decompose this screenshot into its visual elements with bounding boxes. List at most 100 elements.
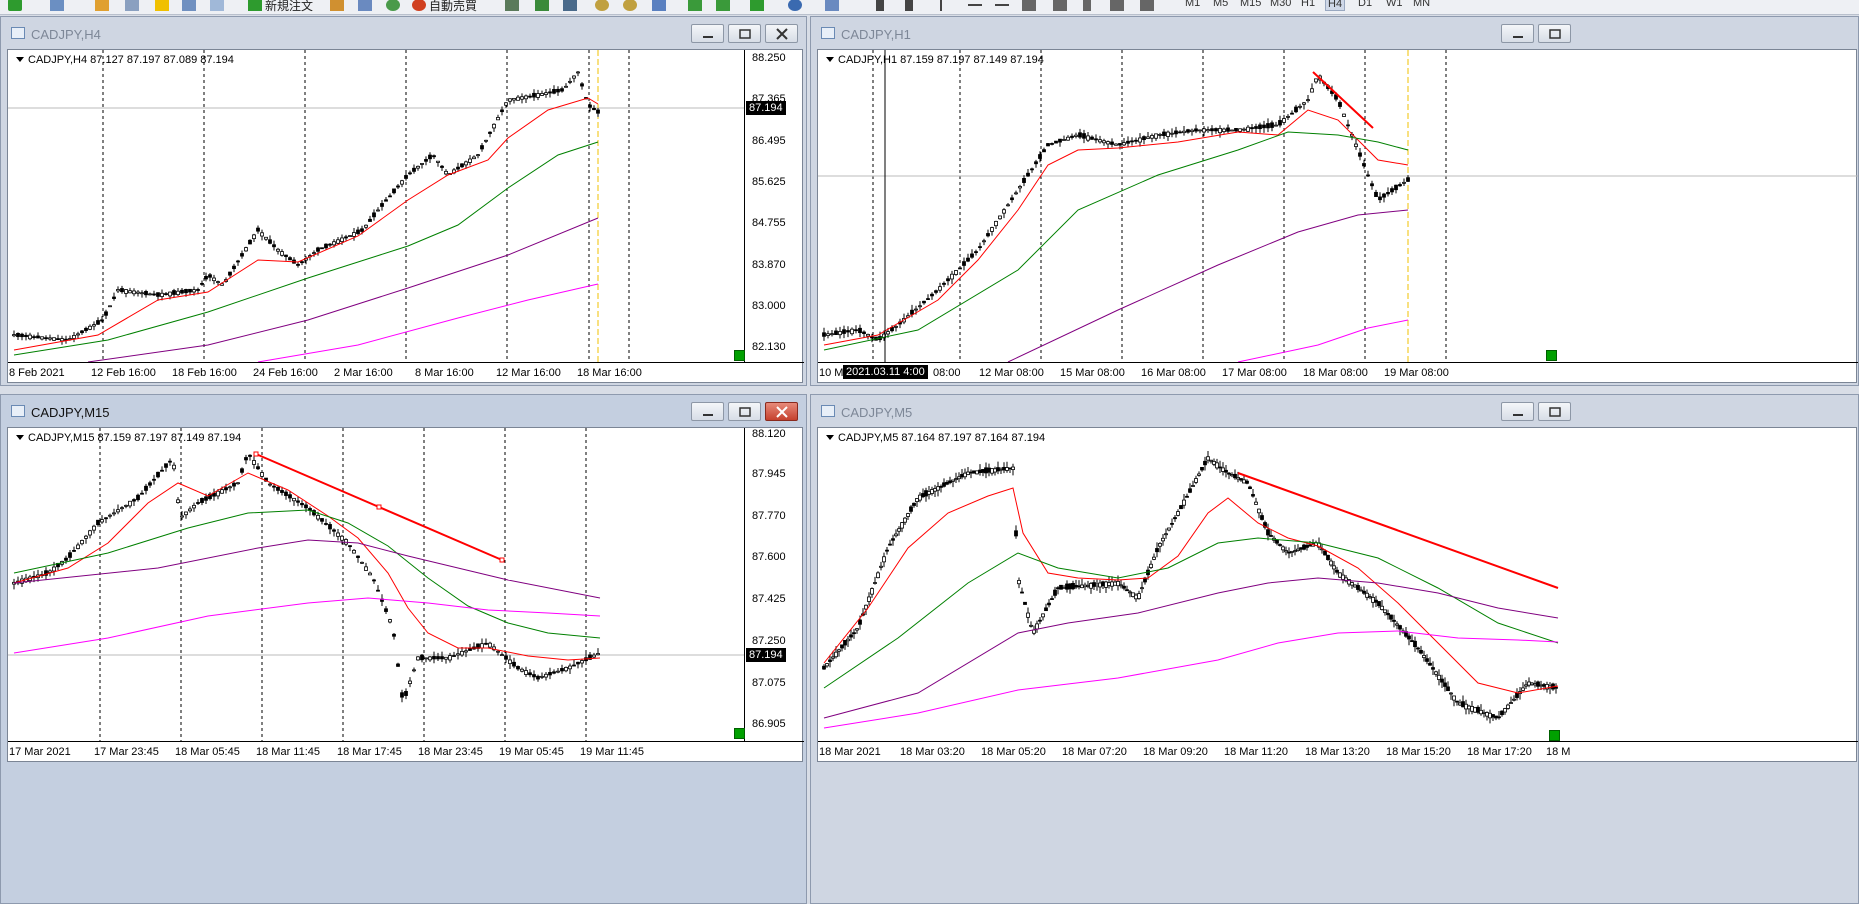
- chart-window-h4[interactable]: CADJPY,H4 CADJPY,H4 87.127 87.197 87.089…: [0, 16, 807, 386]
- navigator-button[interactable]: [125, 0, 142, 14]
- candle-body: [1174, 130, 1178, 135]
- price-plot[interactable]: [818, 50, 1858, 362]
- terminal-button[interactable]: [182, 0, 199, 14]
- trade-level-marker[interactable]: [1549, 730, 1560, 741]
- timeframe-m30[interactable]: M30: [1270, 0, 1291, 9]
- time-axis[interactable]: 10 M 2021.03.11 4:00 08:00 12 Mar 08:00 …: [818, 362, 1858, 385]
- time-tick: 16 Mar 08:00: [1141, 367, 1206, 379]
- price-axis[interactable]: 88.120 87.945 87.770 87.600 87.425 87.25…: [734, 428, 805, 741]
- favorites-button[interactable]: [155, 0, 172, 14]
- dropdown-triangle-icon[interactable]: [826, 435, 834, 440]
- candle-body: [488, 131, 492, 134]
- moving-average-slow: [1007, 209, 1409, 362]
- price-plot[interactable]: [8, 50, 744, 362]
- dropdown-triangle-icon[interactable]: [826, 57, 834, 62]
- price-plot[interactable]: [8, 428, 744, 741]
- minimize-button[interactable]: [1501, 24, 1534, 43]
- dropdown-triangle-icon[interactable]: [16, 57, 24, 62]
- chart-shift-button[interactable]: [716, 0, 733, 14]
- indicators-button[interactable]: [750, 0, 767, 14]
- zoom-out-button[interactable]: [623, 0, 640, 14]
- chart-area[interactable]: CADJPY,M15 87.159 87.197 87.149 87.194 8…: [7, 427, 805, 764]
- zoom-in-button[interactable]: [595, 0, 612, 14]
- timeframe-m1[interactable]: M1: [1185, 0, 1200, 9]
- fibo-button[interactable]: [1053, 0, 1070, 14]
- chart-window-m5[interactable]: CADJPY,M5 CADJPY,M5 87.164 87.197 87.164…: [810, 394, 1859, 904]
- trade-level-marker[interactable]: [734, 728, 745, 739]
- candle-body: [436, 656, 440, 660]
- text-button[interactable]: [1083, 0, 1094, 14]
- market-watch-button[interactable]: [95, 0, 112, 14]
- maximize-button[interactable]: [1538, 402, 1571, 421]
- candle-body: [1182, 499, 1186, 506]
- candle-body: [867, 596, 871, 602]
- timeframe-d1[interactable]: D1: [1358, 0, 1372, 9]
- candle-body: [831, 656, 835, 659]
- close-button[interactable]: [765, 24, 798, 43]
- autoscroll-button[interactable]: [688, 0, 705, 14]
- timeframe-h4[interactable]: H4: [1325, 0, 1346, 11]
- timeframe-m5[interactable]: M5: [1213, 0, 1228, 9]
- minimize-button[interactable]: [1501, 402, 1534, 421]
- cursor-button[interactable]: [876, 0, 887, 14]
- trade-level-marker[interactable]: [734, 350, 745, 361]
- horizontal-line-button[interactable]: [968, 0, 985, 14]
- window-titlebar[interactable]: CADJPY,H4: [1, 17, 806, 49]
- window-titlebar[interactable]: CADJPY,M15: [1, 395, 806, 427]
- dropdown-triangle-icon[interactable]: [16, 435, 24, 440]
- maximize-button[interactable]: [728, 402, 761, 421]
- candle-body: [970, 253, 974, 258]
- chart-window-m15[interactable]: CADJPY,M15 CADJPY,M15 87.159 87.197 87.1…: [0, 394, 807, 904]
- window-titlebar[interactable]: CADJPY,H1: [811, 17, 1858, 49]
- vertical-line-button[interactable]: [940, 0, 945, 14]
- new-order-button[interactable]: 新規注文: [248, 0, 313, 14]
- candle-body: [1062, 586, 1066, 589]
- templates-button[interactable]: [825, 0, 842, 14]
- maximize-button[interactable]: [1538, 24, 1571, 43]
- candle-body: [400, 692, 404, 698]
- maximize-button[interactable]: [728, 24, 761, 43]
- auto-trading-button[interactable]: 自動売買: [412, 0, 477, 14]
- tester-button[interactable]: [210, 0, 227, 14]
- candle-chart-button[interactable]: [535, 0, 552, 14]
- metaeditor-button[interactable]: [330, 0, 347, 14]
- bar-chart-button[interactable]: [505, 0, 522, 14]
- shapes-button[interactable]: [1140, 0, 1157, 14]
- minimize-button[interactable]: [691, 24, 724, 43]
- close-button[interactable]: [765, 402, 798, 421]
- price-plot[interactable]: [818, 428, 1858, 741]
- minimize-button[interactable]: [691, 402, 724, 421]
- candle-body: [1390, 188, 1394, 193]
- window-titlebar[interactable]: CADJPY,M5: [811, 395, 1858, 427]
- market-button[interactable]: [386, 0, 403, 14]
- trendline-button[interactable]: [995, 0, 1012, 14]
- tile-windows-button[interactable]: [652, 0, 669, 14]
- time-axis[interactable]: 8 Feb 2021 12 Feb 16:00 18 Feb 16:00 24 …: [8, 362, 804, 385]
- timeframe-h1[interactable]: H1: [1301, 0, 1315, 9]
- candle-body: [870, 588, 874, 595]
- trade-level-marker[interactable]: [1546, 350, 1557, 361]
- chart-area[interactable]: CADJPY,H1 87.159 87.197 87.149 87.194 10…: [817, 49, 1858, 385]
- price-axis[interactable]: 88.250 87.365 86.495 85.625 84.755 83.87…: [734, 50, 805, 362]
- candle-body: [1203, 460, 1207, 466]
- profiles-button[interactable]: [50, 0, 67, 14]
- channel-button[interactable]: [1022, 0, 1039, 14]
- timeframe-m15[interactable]: M15: [1240, 0, 1261, 9]
- chart-area[interactable]: CADJPY,M5 87.164 87.197 87.164 87.194 18…: [817, 427, 1858, 764]
- new-chart-button[interactable]: [8, 0, 25, 14]
- label-button[interactable]: [1110, 0, 1127, 14]
- chart-window-h1[interactable]: CADJPY,H1 CADJPY,H1 87.159 87.197 87.149…: [810, 16, 1859, 386]
- line-chart-button[interactable]: [563, 0, 580, 14]
- time-axis[interactable]: 17 Mar 2021 17 Mar 23:45 18 Mar 05:45 18…: [8, 741, 804, 764]
- chart-area[interactable]: CADJPY,H4 87.127 87.197 87.089 87.194 88…: [7, 49, 805, 385]
- candle-body: [1395, 623, 1399, 626]
- chart-window-icon: [11, 405, 25, 417]
- signals-button[interactable]: [358, 0, 375, 14]
- timeframe-w1[interactable]: W1: [1386, 0, 1403, 9]
- candle-body: [1371, 596, 1375, 603]
- timeframe-mn[interactable]: MN: [1413, 0, 1430, 9]
- periods-button[interactable]: [788, 0, 805, 14]
- candle-body: [276, 486, 280, 491]
- time-axis[interactable]: 18 Mar 2021 18 Mar 03:20 18 Mar 05:20 18…: [818, 741, 1858, 764]
- crosshair-button[interactable]: [905, 0, 916, 14]
